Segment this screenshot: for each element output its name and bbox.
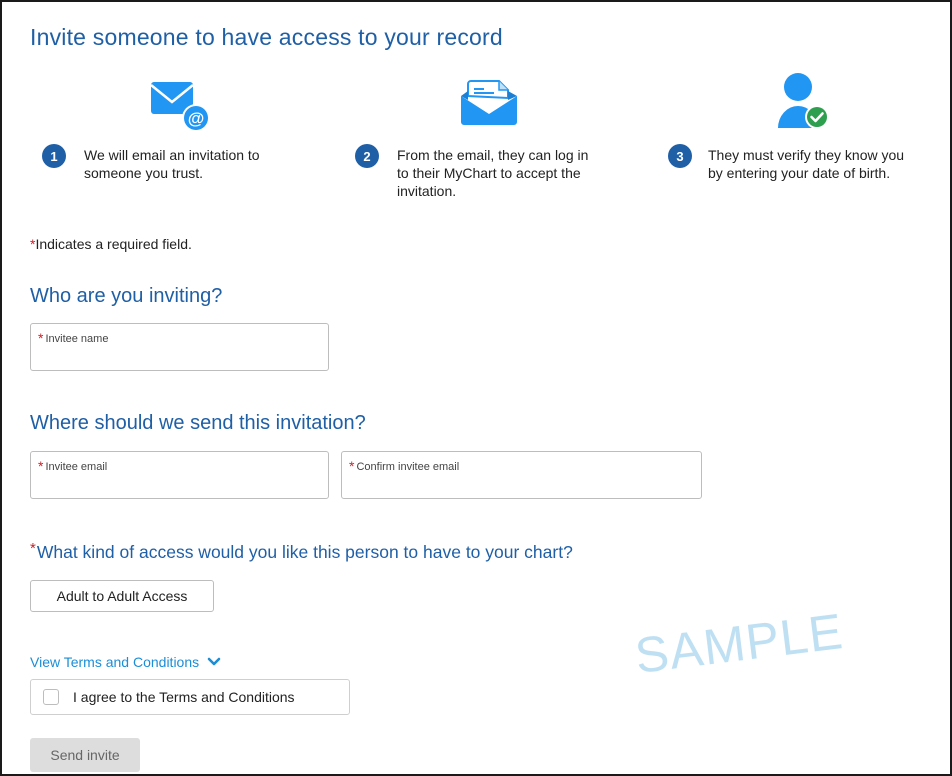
email-at-icon: @ [150, 82, 210, 132]
step-text-line: From the email, they can log in [397, 147, 589, 163]
step-text-line: invitation. [397, 183, 457, 199]
send-invite-button[interactable]: Send invite [30, 738, 140, 772]
page-frame: Invite someone to have access to your re… [0, 0, 952, 776]
required-note-text: Indicates a required field. [35, 236, 192, 252]
sample-watermark: SAMPLE [632, 602, 847, 685]
chevron-down-icon [207, 657, 221, 666]
step-number: 2 [355, 144, 379, 168]
invitee-email-label: * Invitee email [38, 458, 107, 474]
step-description: From the email, they can log in to their… [397, 146, 588, 200]
access-question-text: What kind of access would you like this … [36, 542, 573, 562]
step-text-line: someone you trust. [84, 165, 204, 181]
where-heading: Where should we send this invitation? [30, 412, 366, 434]
invitee-name-label: * Invitee name [38, 330, 108, 346]
confirm-email-label-text: Confirm invitee email [356, 461, 460, 473]
required-marker: * [38, 330, 44, 346]
access-question: *What kind of access would you like this… [30, 540, 573, 563]
agree-terms-checkbox[interactable] [43, 689, 59, 705]
page-title: Invite someone to have access to your re… [30, 24, 503, 50]
invitee-email-field[interactable]: * Invitee email [30, 451, 329, 499]
verified-user-icon [778, 73, 829, 129]
step-description: They must verify they know you by enteri… [708, 146, 904, 182]
required-marker: * [30, 540, 36, 557]
invitee-name-label-text: Invitee name [45, 333, 109, 345]
required-marker: * [38, 458, 44, 474]
step-text-line: to their MyChart to accept the [397, 165, 581, 181]
step-text-line: They must verify they know you [708, 147, 905, 163]
invitee-name-field[interactable]: * Invitee name [30, 323, 329, 371]
who-heading: Who are you inviting? [30, 285, 223, 307]
step-number: 3 [668, 144, 692, 168]
step-description: We will email an invitation to someone y… [84, 146, 260, 182]
view-terms-link[interactable]: View Terms and Conditions [30, 654, 221, 670]
adult-to-adult-access-button[interactable]: Adult to Adult Access [30, 580, 214, 612]
agree-terms-container[interactable]: I agree to the Terms and Conditions [30, 679, 350, 715]
required-field-note: *Indicates a required field. [30, 236, 192, 252]
open-envelope-icon [461, 80, 517, 125]
step-number: 1 [42, 144, 66, 168]
svg-text:@: @ [188, 109, 205, 128]
confirm-invitee-email-field[interactable]: * Confirm invitee email [341, 451, 702, 499]
required-marker: * [349, 458, 355, 474]
view-terms-label: View Terms and Conditions [30, 654, 200, 670]
step-text-line: by entering your date of birth. [708, 165, 891, 181]
step-text-line: We will email an invitation to [84, 147, 260, 163]
invitee-email-label-text: Invitee email [45, 461, 108, 473]
agree-terms-label[interactable]: I agree to the Terms and Conditions [73, 689, 295, 705]
confirm-email-label: * Confirm invitee email [349, 458, 459, 474]
